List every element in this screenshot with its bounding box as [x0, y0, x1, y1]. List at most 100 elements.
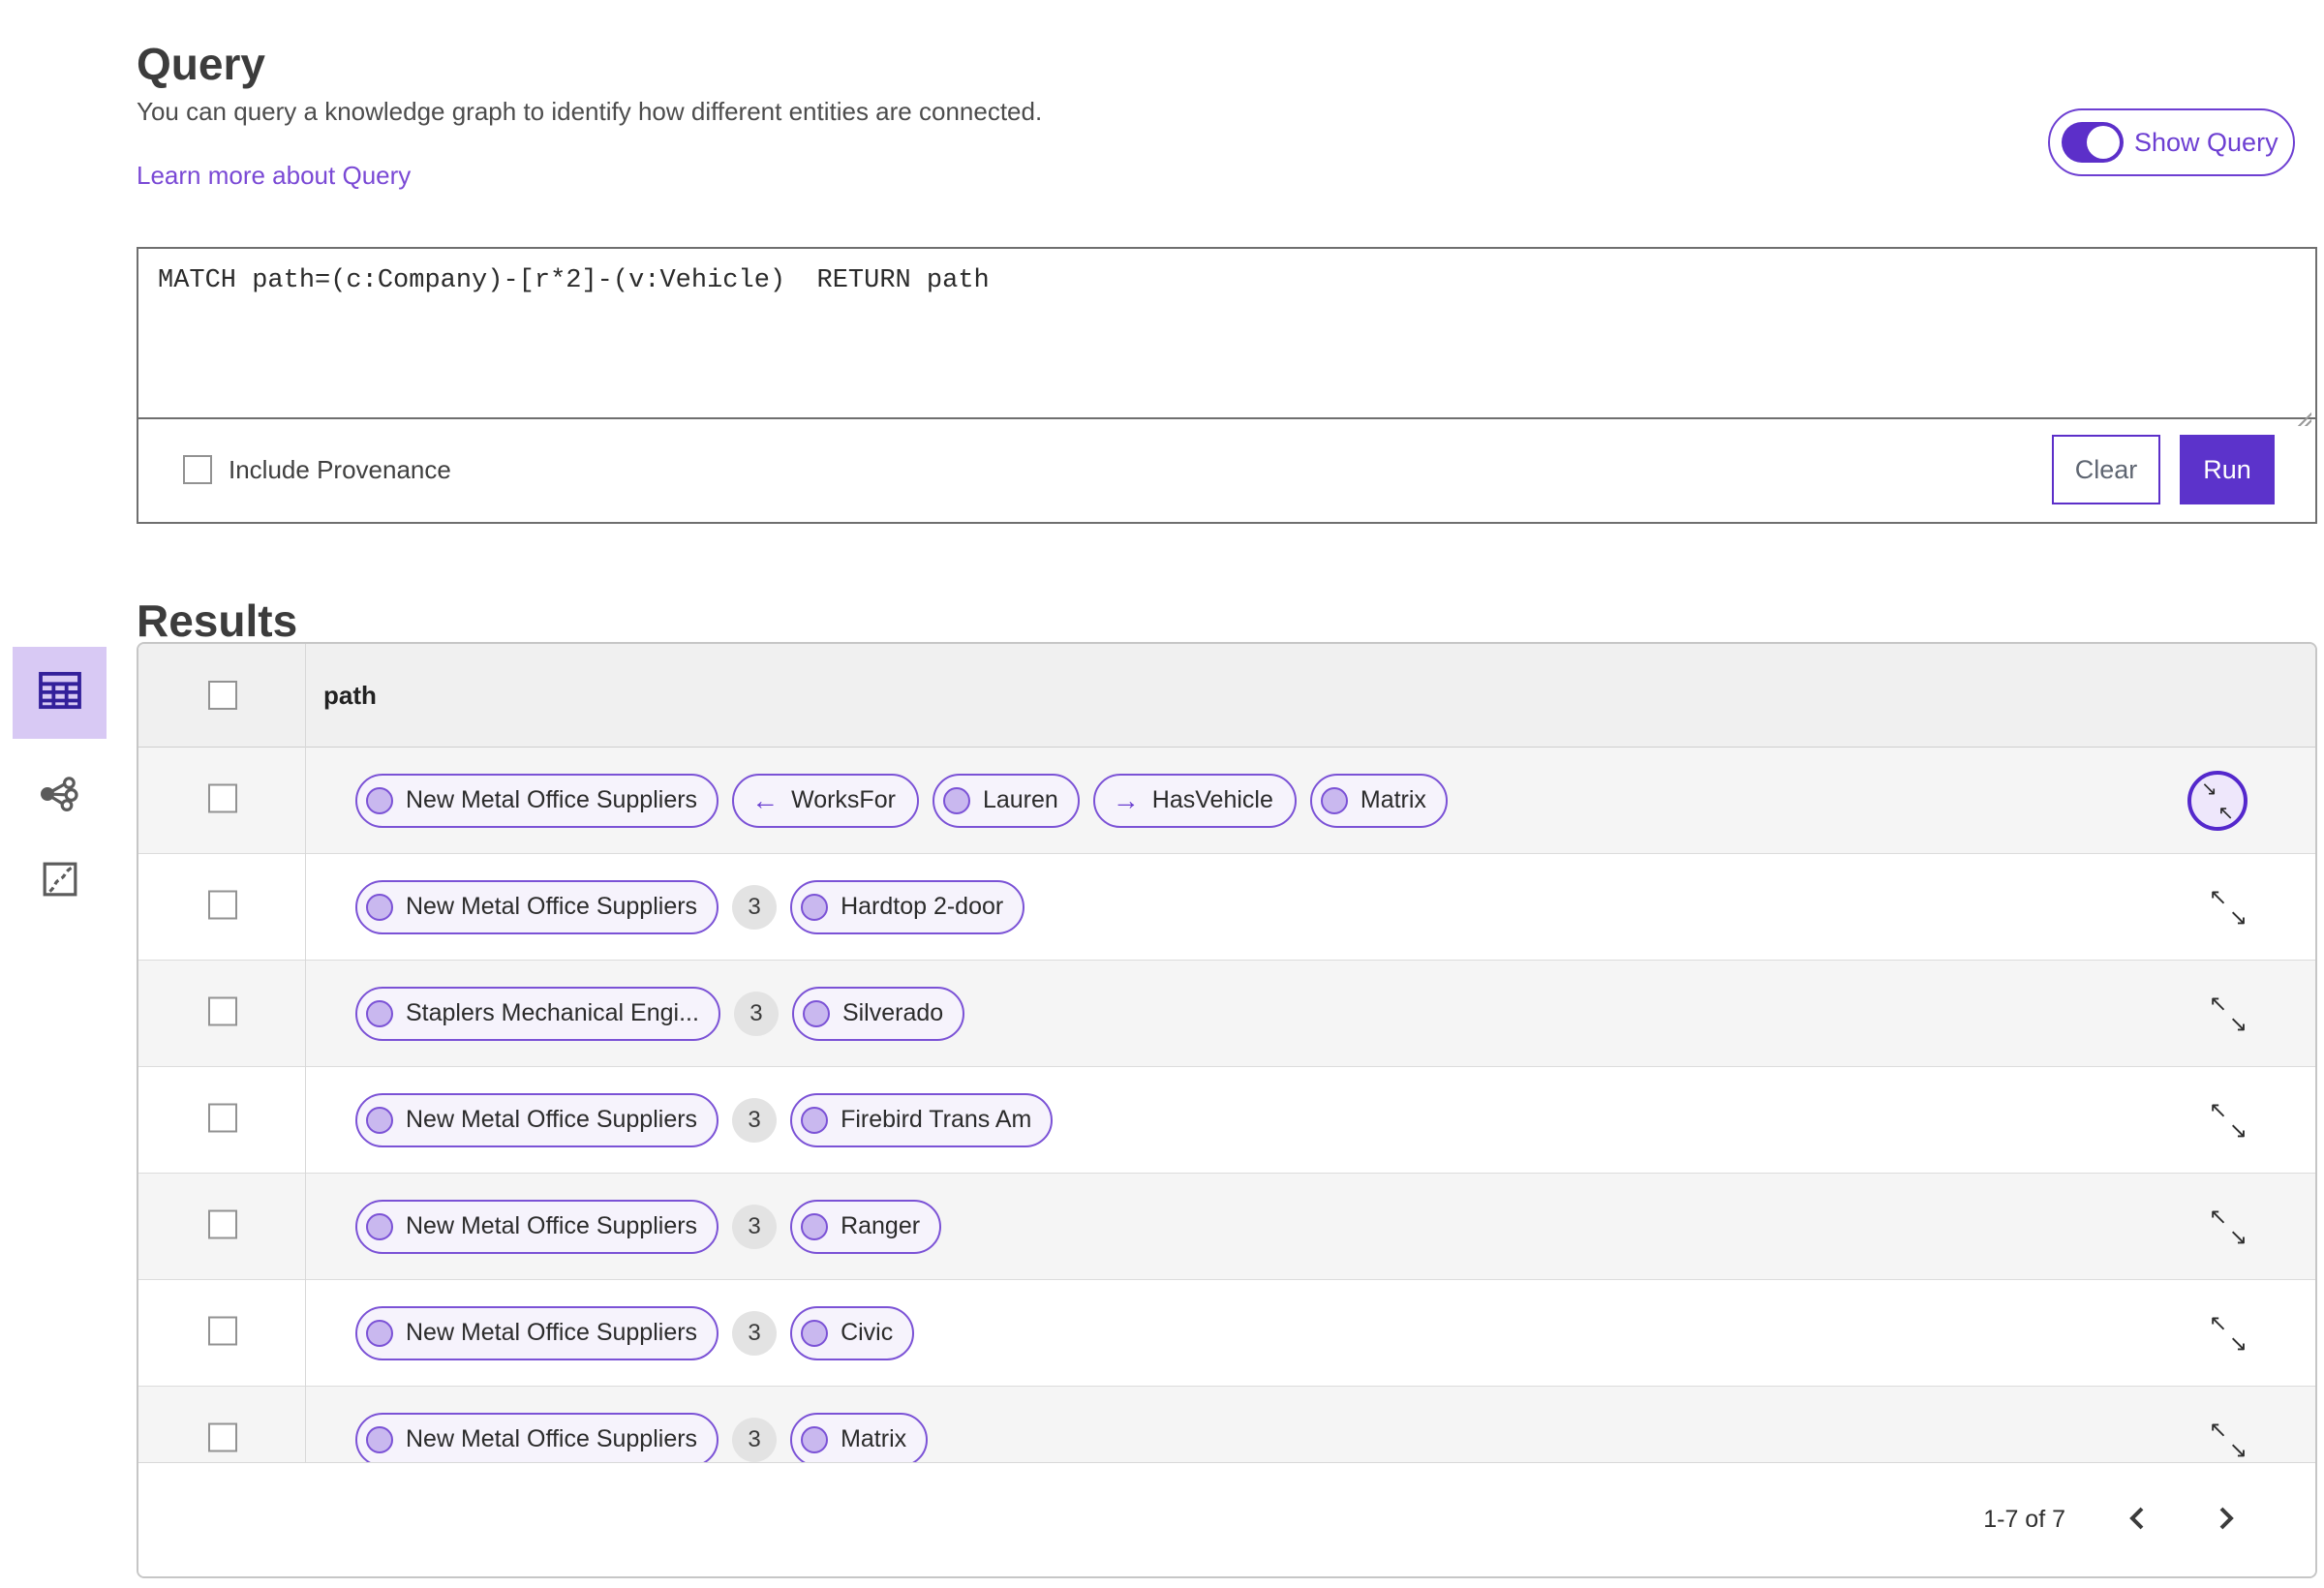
- previous-page-button[interactable]: [2120, 1499, 2155, 1541]
- row-checkbox[interactable]: [208, 890, 237, 919]
- entity-chip[interactable]: New Metal Office Suppliers: [355, 773, 719, 828]
- path-cell: Staplers Mechanical Engi... 3 Silverado: [355, 986, 965, 1041]
- arrow-up-left-icon: ↖: [2209, 883, 2228, 909]
- row-checkbox-cell: [208, 996, 237, 1030]
- run-button[interactable]: Run: [2180, 435, 2275, 504]
- chip-label: New Metal Office Suppliers: [406, 1106, 698, 1133]
- entity-chip[interactable]: Firebird Trans Am: [790, 1092, 1054, 1147]
- row-checkbox[interactable]: [208, 1103, 237, 1132]
- row-checkbox[interactable]: [208, 1316, 237, 1345]
- row-expand-cell: ↖ ↘: [2209, 1417, 2248, 1462]
- entity-chip[interactable]: New Metal Office Suppliers: [355, 1412, 719, 1466]
- chip-label: HasVehicle: [1151, 786, 1273, 813]
- row-checkbox-cell: [208, 1209, 237, 1243]
- table-row: New Metal Office Suppliers 3 Firebird Tran…: [138, 1067, 2315, 1174]
- expand-row-button[interactable]: ↖ ↘: [2209, 1203, 2248, 1249]
- view-switcher: [13, 647, 107, 915]
- row-checkbox[interactable]: [208, 996, 237, 1025]
- query-editor[interactable]: MATCH path=(c:Company)-[r*2]-(v:Vehicle)…: [138, 249, 2315, 419]
- row-checkbox-cell: [208, 1422, 237, 1456]
- toggle-on-icon[interactable]: [2062, 122, 2124, 163]
- entity-chip[interactable]: New Metal Office Suppliers: [355, 879, 719, 934]
- table-header-row: path: [138, 644, 2315, 748]
- row-expand-cell: ↘ ↖: [2187, 770, 2248, 831]
- clear-button[interactable]: Clear: [2052, 435, 2160, 504]
- results-table: path New Metal Office Suppliers ← WorksFor…: [137, 642, 2317, 1578]
- path-cell: New Metal Office Suppliers 3 Firebird Tran…: [355, 1092, 1054, 1147]
- expand-row-button[interactable]: ↖ ↘: [2209, 1310, 2248, 1356]
- show-query-label: Show Query: [2134, 127, 2278, 157]
- entity-node-icon: [366, 999, 393, 1027]
- row-checkbox[interactable]: [208, 1209, 237, 1238]
- results-rows: New Metal Office Suppliers ← WorksFor Laure…: [138, 748, 2315, 1466]
- entity-node-icon: [802, 999, 830, 1027]
- arrow-up-left-icon: ↖: [2209, 1203, 2228, 1229]
- entity-chip[interactable]: Ranger: [790, 1199, 942, 1254]
- path-cell: New Metal Office Suppliers 3 Matrix: [355, 1412, 929, 1466]
- chip-label: New Metal Office Suppliers: [406, 1319, 698, 1346]
- entity-chip[interactable]: New Metal Office Suppliers: [355, 1305, 719, 1360]
- table-row: Staplers Mechanical Engi... 3 Silverado ↖ ↘: [138, 961, 2315, 1067]
- column-divider: [305, 644, 306, 1466]
- path-cell: New Metal Office Suppliers ← WorksFor Laure…: [355, 773, 1448, 828]
- entity-node-icon: [366, 786, 393, 814]
- relation-arrow-right-icon: →: [1112, 784, 1140, 815]
- expand-row-button[interactable]: ↖ ↘: [2209, 1097, 2248, 1143]
- arrow-down-right-icon: ↘: [2228, 1436, 2248, 1462]
- table-view-button[interactable]: [13, 647, 107, 739]
- entity-chip[interactable]: Silverado: [791, 986, 965, 1041]
- next-page-button[interactable]: [2209, 1499, 2244, 1541]
- entity-node-icon: [366, 1425, 393, 1453]
- chip-label: Lauren: [982, 786, 1058, 813]
- expand-row-button[interactable]: ↖ ↘: [2209, 884, 2248, 930]
- entity-chip[interactable]: Matrix: [1309, 773, 1448, 828]
- relation-chip[interactable]: ← WorksFor: [732, 773, 919, 828]
- entity-chip[interactable]: Lauren: [932, 773, 1080, 828]
- map-view-button[interactable]: [13, 847, 107, 915]
- arrow-down-right-icon: ↘: [2228, 903, 2248, 930]
- select-all-checkbox[interactable]: [208, 681, 237, 710]
- hop-count-badge: 3: [732, 884, 778, 930]
- row-checkbox-cell: [208, 1103, 237, 1137]
- entity-node-icon: [366, 893, 393, 921]
- chip-label: Silverado: [841, 999, 944, 1026]
- chip-label: Staplers Mechanical Engi...: [406, 999, 699, 1026]
- learn-more-link[interactable]: Learn more about Query: [137, 161, 411, 191]
- expand-row-button[interactable]: ↖ ↘: [2209, 1417, 2248, 1462]
- graph-view-button[interactable]: [13, 762, 107, 830]
- show-query-toggle[interactable]: Show Query: [2048, 108, 2295, 176]
- chip-label: New Metal Office Suppliers: [406, 1212, 698, 1239]
- entity-chip[interactable]: Civic: [790, 1305, 915, 1360]
- entity-chip[interactable]: New Metal Office Suppliers: [355, 1092, 719, 1147]
- row-expand-cell: ↖ ↘: [2209, 1203, 2248, 1249]
- row-checkbox[interactable]: [208, 783, 237, 812]
- entity-chip[interactable]: New Metal Office Suppliers: [355, 1199, 719, 1254]
- collapse-row-button[interactable]: ↘ ↖: [2187, 770, 2248, 831]
- expand-row-button[interactable]: ↖ ↘: [2209, 991, 2248, 1036]
- chip-label: WorksFor: [791, 786, 896, 813]
- row-expand-cell: ↖ ↘: [2209, 1097, 2248, 1143]
- table-icon: [38, 671, 82, 715]
- chip-label: Civic: [841, 1319, 894, 1346]
- row-checkbox-cell: [208, 1316, 237, 1350]
- arrow-down-right-icon: ↘: [2201, 778, 2217, 800]
- entity-node-icon: [801, 1425, 829, 1453]
- relation-chip[interactable]: → HasVehicle: [1092, 773, 1297, 828]
- arrow-up-left-icon: ↖: [2209, 1309, 2228, 1335]
- toggle-knob: [2087, 126, 2120, 159]
- entity-chip[interactable]: Hardtop 2-door: [790, 879, 1025, 934]
- entity-chip[interactable]: Staplers Mechanical Engi...: [355, 986, 720, 1041]
- pagination-range-label: 1-7 of 7: [1983, 1506, 2065, 1533]
- entity-node-icon: [801, 1319, 829, 1347]
- hop-count-badge: 3: [732, 1097, 778, 1143]
- relation-arrow-left-icon: ←: [751, 784, 780, 815]
- entity-node-icon: [366, 1319, 393, 1347]
- entity-node-icon: [801, 1212, 829, 1240]
- chip-label: New Metal Office Suppliers: [406, 1425, 698, 1452]
- path-cell: New Metal Office Suppliers 3 Hardtop 2-doo…: [355, 879, 1025, 934]
- hop-count-badge: 3: [732, 1417, 778, 1462]
- row-checkbox[interactable]: [208, 1422, 237, 1451]
- path-cell: New Metal Office Suppliers 3 Ranger: [355, 1199, 942, 1254]
- entity-chip[interactable]: Matrix: [790, 1412, 929, 1466]
- include-provenance-checkbox[interactable]: [183, 455, 212, 484]
